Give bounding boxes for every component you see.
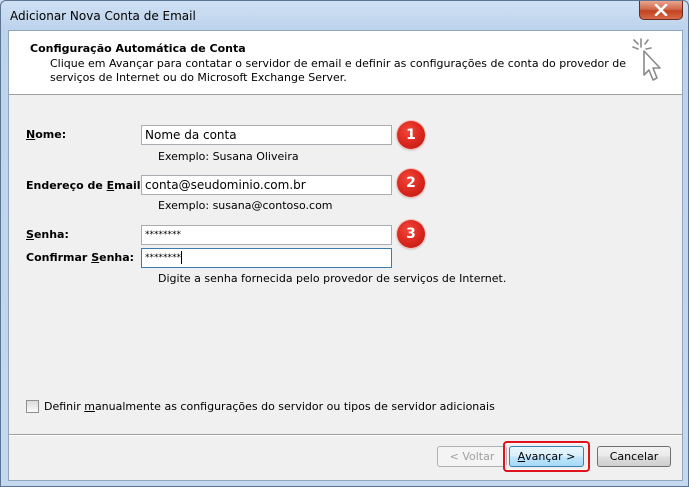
step-badge-1: 1 — [397, 121, 425, 149]
header-title: Configuração Automática de Conta — [30, 42, 246, 55]
manual-config-checkbox[interactable] — [26, 400, 39, 413]
text-caret — [181, 251, 182, 264]
email-example: Exemplo: susana@contoso.com — [158, 199, 333, 212]
next-button[interactable]: Avançar > — [509, 446, 584, 467]
footer-separator — [9, 434, 682, 436]
window-title: Adicionar Nova Conta de Email — [10, 9, 196, 23]
wizard-header: Configuração Automática de Conta Clique … — [9, 31, 682, 95]
name-label: Nome: — [26, 128, 67, 141]
name-example: Exemplo: Susana Oliveira — [158, 150, 299, 163]
step-badge-3: 3 — [397, 220, 425, 248]
password-input[interactable]: ******** — [141, 225, 392, 245]
close-button[interactable] — [639, 1, 683, 20]
confirm-password-input[interactable]: ******** — [141, 248, 392, 268]
name-input[interactable]: Nome da conta — [141, 125, 392, 145]
dialog-client: Configuração Automática de Conta Clique … — [8, 30, 683, 481]
dialog-window: Adicionar Nova Conta de Email Configuraç… — [0, 0, 689, 487]
password-hint: Digite a senha fornecida pelo provedor d… — [158, 272, 507, 285]
step-badge-2: 2 — [397, 169, 425, 197]
close-icon — [654, 4, 668, 16]
wizard-cursor-icon — [632, 38, 661, 81]
cancel-button[interactable]: Cancelar — [597, 446, 671, 467]
password-label: Senha: — [26, 228, 69, 241]
back-button[interactable]: < Voltar — [437, 446, 507, 467]
manual-config-label[interactable]: Definir manualmente as configurações do … — [44, 400, 495, 413]
email-input[interactable]: conta@seudominio.com.br — [141, 175, 392, 195]
confirm-password-label: Confirmar Senha: — [26, 251, 135, 264]
email-label: Endereço de Email: — [26, 179, 145, 192]
header-description: Clique em Avançar para contatar o servid… — [50, 57, 627, 84]
